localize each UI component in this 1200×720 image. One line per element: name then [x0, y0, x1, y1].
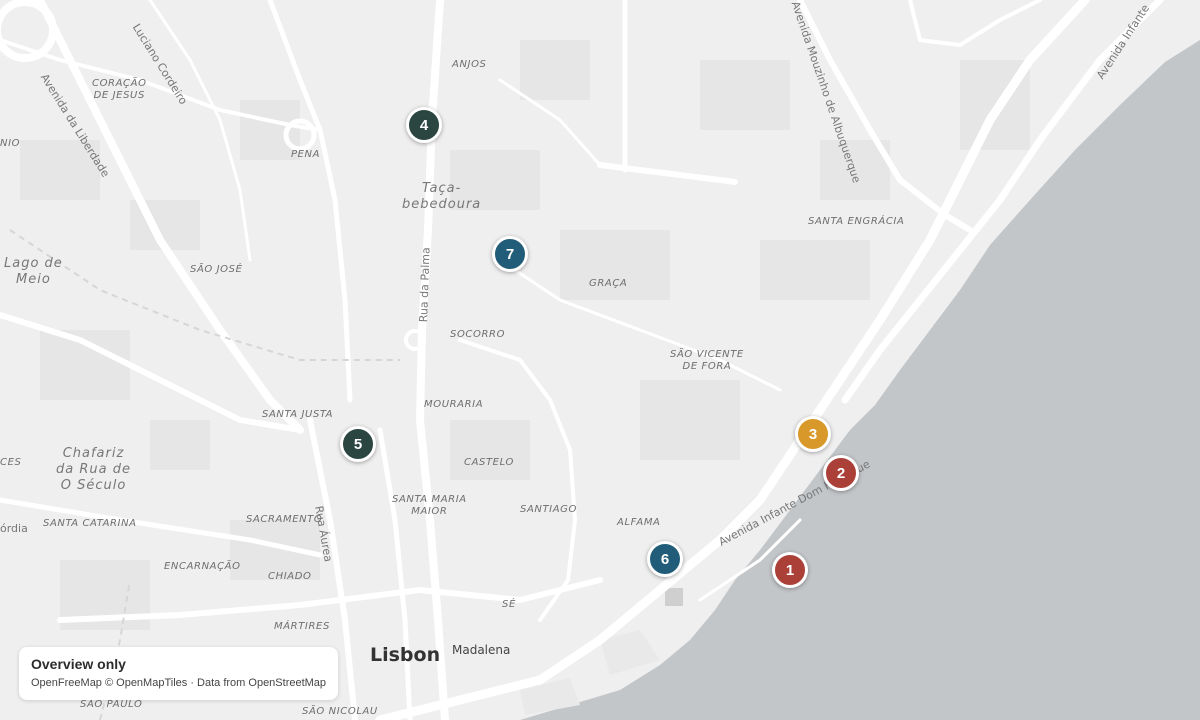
neighborhood-label-line: SANTIAGO	[520, 504, 577, 515]
neighborhood-label-line: SANTA MARIA	[392, 494, 467, 505]
place-taca-bebedoura: Taça- bebedoura	[402, 181, 481, 213]
neighborhood-label-line: ENCARNAÇÃO	[164, 561, 241, 572]
neighborhood-sao-paulo: SÃO PAULO	[80, 699, 142, 711]
map-marker-3[interactable]: 3	[795, 416, 831, 452]
place-label-line: Lago de	[4, 256, 63, 271]
neighborhood-label-line: SÃO NICOLAU	[302, 706, 378, 717]
neighborhood-sao-vicente-de-fora: SÃO VICENTE DE FORA	[670, 349, 744, 373]
neighborhood-label-line: CORAÇÃO	[92, 78, 147, 89]
neighborhood-label-line: SÃO VICENTE	[670, 349, 744, 360]
marker-label: 6	[660, 550, 670, 568]
place-lago-de-meio: Lago de Meio	[4, 256, 63, 288]
neighborhood-nio-fragment: NIO	[0, 138, 20, 150]
place-label-line: Taça-	[421, 181, 462, 196]
map-canvas[interactable]: CORAÇÃO DE JESUS ANJOS PENA SÃO JOSÉ SOC…	[0, 0, 1200, 720]
map-marker-2[interactable]: 2	[823, 455, 859, 491]
map-marker-5[interactable]: 5	[340, 426, 376, 462]
neighborhood-label-line: NIO	[0, 138, 21, 149]
neighborhood-santa-maria-maior: SANTA MARIA MAIOR	[392, 494, 467, 518]
neighborhood-label-line: CHIADO	[268, 571, 312, 582]
neighborhood-anjos: ANJOS	[452, 59, 487, 71]
neighborhood-mouraria: MOURARIA	[424, 399, 483, 411]
neighborhood-sacramento: SACRAMENTO	[246, 514, 322, 526]
neighborhood-label-line: GRAÇA	[589, 278, 628, 289]
marker-label: 5	[353, 435, 363, 453]
city-label-lisbon: Lisbon	[370, 644, 441, 666]
neighborhood-label-line: SANTA ENGRÁCIA	[808, 216, 905, 227]
place-label-line: O Século	[60, 478, 127, 493]
marker-label: 4	[419, 116, 429, 134]
map-marker-1[interactable]: 1	[772, 552, 808, 588]
neighborhood-label-line: MOURARIA	[424, 399, 484, 410]
marker-label: 7	[505, 245, 515, 263]
neighborhood-label-line: MÁRTIRES	[274, 621, 330, 632]
neighborhood-coracao-de-jesus: CORAÇÃO DE JESUS	[92, 78, 147, 102]
neighborhood-label-line: SÉ	[502, 599, 516, 610]
map-marker-4[interactable]: 4	[406, 107, 442, 143]
map-marker-7[interactable]: 7	[492, 236, 528, 272]
place-chafariz-rua-o-seculo: Chafariz da Rua de O Século	[56, 446, 131, 494]
place-label-line: bebedoura	[402, 197, 482, 212]
place-label-line: Meio	[16, 272, 51, 287]
neighborhood-sao-nicolau: SÃO NICOLAU	[302, 706, 378, 718]
neighborhood-label-line: PENA	[291, 149, 321, 160]
neighborhood-label-line: MAIOR	[411, 506, 448, 517]
neighborhood-graca: GRAÇA	[589, 278, 627, 290]
neighborhood-label-line: SOCORRO	[450, 329, 506, 340]
neighborhood-label-line: SACRAMENTO	[246, 514, 323, 525]
neighborhood-chiado: CHIADO	[268, 571, 311, 583]
neighborhood-sao-jose: SÃO JOSÉ	[190, 264, 243, 276]
neighborhood-ces-fragment: CES	[0, 457, 21, 469]
street-fragment-ordia: órdia	[0, 522, 28, 535]
marker-label: 2	[836, 464, 846, 482]
marker-label: 3	[808, 425, 818, 443]
neighborhood-pena: PENA	[291, 149, 320, 161]
town-label-madalena: Madalena	[452, 643, 511, 657]
neighborhood-martires: MÁRTIRES	[274, 621, 330, 633]
neighborhood-label-line: SÃO JOSÉ	[190, 264, 243, 275]
neighborhood-se: SÉ	[502, 599, 516, 611]
neighborhood-santiago: SANTIAGO	[520, 504, 577, 516]
neighborhood-label-line: SÃO PAULO	[80, 699, 143, 710]
neighborhood-label-line: CASTELO	[464, 457, 514, 468]
marker-label: 1	[785, 561, 795, 579]
neighborhood-alfama: ALFAMA	[617, 517, 661, 529]
neighborhood-label-line: DE FORA	[682, 361, 732, 372]
neighborhood-label-line: ANJOS	[452, 59, 487, 70]
neighborhood-santa-engracia: SANTA ENGRÁCIA	[808, 216, 904, 228]
neighborhood-socorro: SOCORRO	[450, 329, 505, 341]
neighborhood-castelo: CASTELO	[464, 457, 514, 469]
neighborhood-label-line: CES	[0, 457, 22, 468]
place-label-line: da Rua de	[56, 462, 131, 477]
map-attribution: OpenFreeMap © OpenMapTiles · Data from O…	[31, 677, 327, 689]
neighborhood-santa-catarina: SANTA CATARINA	[43, 518, 137, 530]
neighborhood-encarnacao: ENCARNAÇÃO	[164, 561, 241, 573]
neighborhood-label-line: DE JESUS	[93, 90, 145, 101]
place-label-line: Chafariz	[62, 446, 125, 461]
neighborhood-santa-justa: SANTA JUSTA	[262, 409, 333, 421]
map-marker-6[interactable]: 6	[647, 541, 683, 577]
map-info-panel: Overview only OpenFreeMap © OpenMapTiles…	[19, 647, 338, 700]
neighborhood-label-line: ALFAMA	[617, 517, 661, 528]
neighborhood-label-line: SANTA JUSTA	[262, 409, 334, 420]
map-basemap	[0, 0, 1200, 720]
info-title: Overview only	[31, 656, 126, 672]
neighborhood-label-line: SANTA CATARINA	[43, 518, 137, 529]
